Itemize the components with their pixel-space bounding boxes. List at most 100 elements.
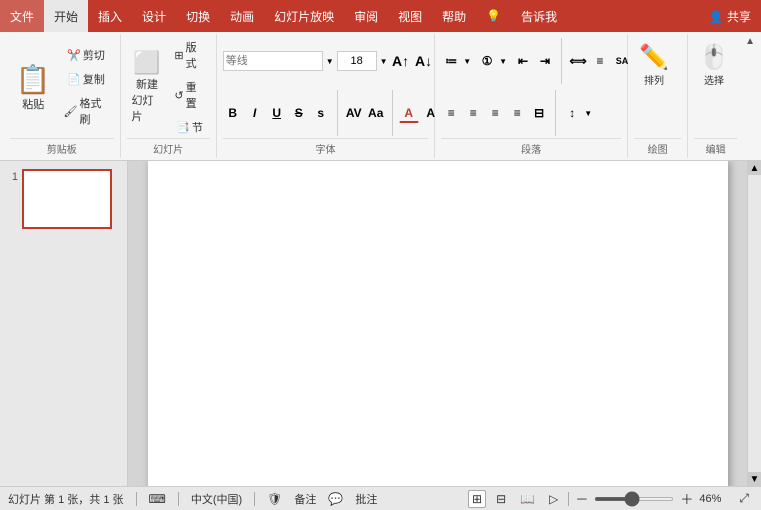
numbering-dropdown-icon[interactable]: ▼ [499, 57, 507, 66]
scroll-up-button[interactable]: ▲ [748, 161, 761, 175]
reading-view-button[interactable]: 📖 [516, 490, 539, 508]
normal-view-button[interactable]: ⊞ [468, 490, 486, 508]
editing-label: 编辑 [694, 138, 737, 156]
drawing-button[interactable]: ✏️ 排列 [634, 36, 674, 94]
italic-button[interactable]: I [245, 103, 265, 123]
font-row1: ▼ ▼ A↑ A↓ [223, 36, 434, 86]
new-slide-icon: ⬜ [133, 50, 160, 76]
status-bar-right: ⊞ ⊟ 📖 ▷ － ＋ 46% ⤢ [468, 489, 753, 508]
menu-home[interactable]: 开始 [44, 0, 88, 32]
menu-help[interactable]: 帮助 [432, 0, 476, 32]
slides-label: 幻灯片 [127, 138, 210, 156]
font-size-dropdown-icon[interactable]: ▼ [380, 57, 388, 66]
scroll-down-button[interactable]: ▼ [748, 472, 761, 486]
menu-tell-me[interactable]: 告诉我 [511, 0, 567, 32]
main-area: 1 ▲ ▼ [0, 161, 761, 486]
slide-number: 1 [4, 169, 18, 183]
menu-view[interactable]: 视图 [388, 0, 432, 32]
scroll-track[interactable] [748, 175, 761, 472]
font-label: 字体 [223, 138, 429, 156]
bullets-button[interactable]: ≔ [441, 51, 461, 71]
editing-icon: 🖱️ [699, 43, 729, 72]
align-left-button[interactable]: ≡ [441, 103, 461, 123]
ribbon-group-drawing: ✏️ 排列 绘图 [628, 34, 688, 158]
decrease-indent-button[interactable]: ⇤ [513, 51, 533, 71]
ribbon: 📋 粘贴 ✂️ 剪切 📄 复制 🖌 格式刷 [0, 32, 761, 161]
menu-file[interactable]: 文件 [0, 0, 44, 32]
layout-button[interactable]: ⊞ 版式 [169, 36, 209, 74]
format-paint-button[interactable]: 🖌 格式刷 [59, 92, 114, 130]
justify-button[interactable]: ≡ [507, 103, 527, 123]
menu-design[interactable]: 设计 [132, 0, 176, 32]
ribbon-collapse[interactable]: ▲ [743, 34, 757, 158]
slide-sorter-button[interactable]: ⊟ [492, 490, 510, 508]
menu-insert[interactable]: 插入 [88, 0, 132, 32]
new-slide-button[interactable]: ⬜ 新建 幻灯片 [127, 58, 168, 116]
paste-label: 粘贴 [22, 96, 44, 112]
slideshow-view-button[interactable]: ▷ [545, 490, 562, 508]
slide-panel: 1 [0, 161, 128, 486]
reset-button[interactable]: ↺ 重置 [169, 76, 209, 114]
font-name-dropdown-icon[interactable]: ▼ [326, 57, 334, 66]
align-right-button[interactable]: ≡ [485, 103, 505, 123]
text-direction-button[interactable]: ⟺ [568, 51, 588, 71]
columns-button[interactable]: ⊟ [529, 103, 549, 123]
paste-button[interactable]: 📋 粘贴 [10, 58, 57, 116]
char-spacing-button[interactable]: AV [344, 103, 364, 123]
slide-thumbnail[interactable] [22, 169, 112, 229]
para-separator2 [555, 90, 556, 136]
cut-button[interactable]: ✂️ 剪切 [59, 44, 114, 66]
section-button[interactable]: 📑 节 [169, 116, 209, 138]
zoom-slider[interactable] [594, 497, 674, 501]
input-mode-icon: ⌨ [149, 492, 166, 506]
align-center-button[interactable]: ≡ [463, 103, 483, 123]
para-row2: ≡ ≡ ≡ ≡ ⊟ ↕ ▼ [441, 88, 592, 138]
editing-button[interactable]: 🖱️ 选择 [694, 36, 734, 94]
align-text-button[interactable]: ≡ [590, 51, 610, 71]
drawing-row: ✏️ 排列 [634, 36, 674, 138]
bold-button[interactable]: B [223, 103, 243, 123]
ribbon-content: 📋 粘贴 ✂️ 剪切 📄 复制 🖌 格式刷 [0, 32, 761, 160]
status-divider3 [254, 492, 255, 506]
numbering-button[interactable]: ① [477, 51, 497, 71]
scrollbar-vertical[interactable]: ▲ ▼ [747, 161, 761, 486]
clipboard-label: 剪贴板 [10, 138, 114, 156]
menu-share[interactable]: 👤 共享 [699, 0, 761, 32]
menu-lightbulb[interactable]: 💡 [476, 0, 511, 32]
underline-button[interactable]: U [267, 103, 287, 123]
font-separator1 [337, 90, 338, 136]
decrease-font-size-button[interactable]: A↓ [414, 51, 434, 71]
zoom-in-button[interactable]: ＋ [680, 489, 693, 508]
font-name-input[interactable] [223, 51, 323, 71]
increase-font-size-button[interactable]: A↑ [391, 51, 411, 71]
menu-transitions[interactable]: 切换 [176, 0, 220, 32]
fit-window-button[interactable]: ⤢ [735, 489, 753, 508]
reset-icon: ↺ [174, 89, 183, 102]
line-spacing-dropdown-icon[interactable]: ▼ [584, 109, 592, 118]
clipboard-row: 📋 粘贴 ✂️ 剪切 📄 复制 🖌 格式刷 [10, 36, 114, 138]
bullets-dropdown-icon[interactable]: ▼ [463, 57, 471, 66]
zoom-out-button[interactable]: － [575, 489, 588, 508]
notes-button[interactable]: 备注 [294, 491, 316, 507]
change-case-button[interactable]: Aa [366, 103, 386, 123]
menu-animations[interactable]: 动画 [220, 0, 264, 32]
collapse-icon: ▲ [745, 36, 755, 47]
para-separator1 [561, 38, 562, 84]
comments-button[interactable]: 批注 [355, 491, 377, 507]
font-separator2 [392, 90, 393, 136]
shadow-button[interactable]: s [311, 103, 331, 123]
language-label: 中文(中国) [191, 491, 242, 507]
accessibility-icon: 🛡 [267, 492, 282, 506]
slide-thumbnail-wrapper: 1 [4, 169, 123, 229]
strikethrough-button[interactable]: S [289, 103, 309, 123]
font-row2: B I U S s AV Aa A A [223, 88, 441, 138]
font-color-button[interactable]: A [399, 103, 419, 123]
increase-indent-button[interactable]: ⇥ [535, 51, 555, 71]
menu-slideshow[interactable]: 幻灯片放映 [264, 0, 344, 32]
copy-button[interactable]: 📄 复制 [59, 68, 114, 90]
font-size-input[interactable] [337, 51, 377, 71]
menu-review[interactable]: 审阅 [344, 0, 388, 32]
line-spacing-button[interactable]: ↕ [562, 103, 582, 123]
zoom-percent[interactable]: 46% [699, 493, 729, 505]
editing-area[interactable] [128, 161, 747, 486]
